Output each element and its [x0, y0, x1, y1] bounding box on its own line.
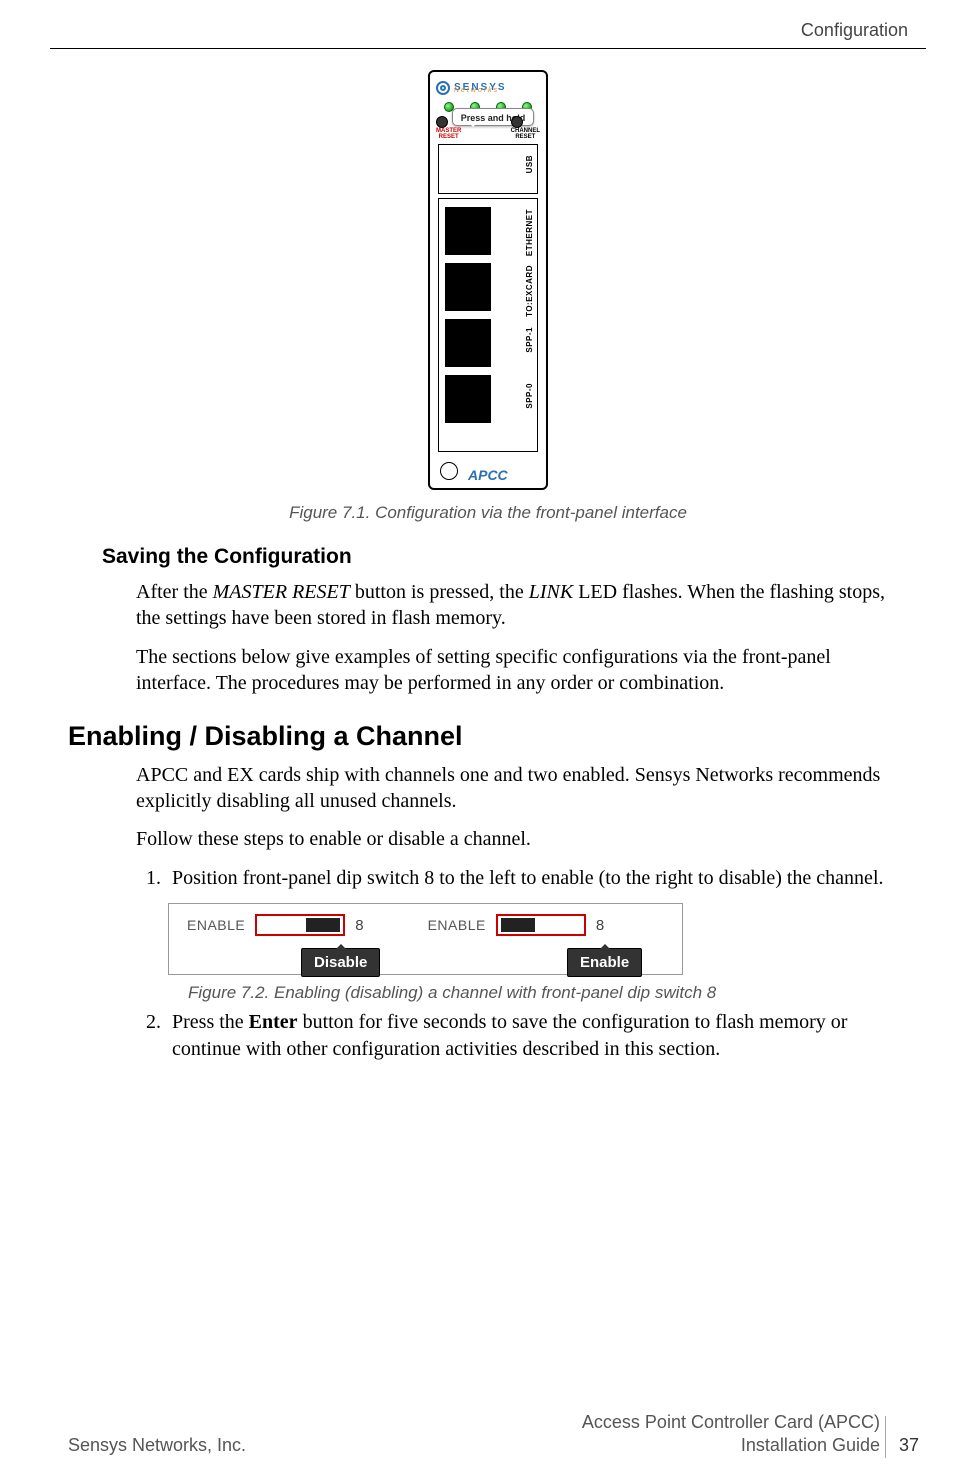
ethernet-label: ETHERNET: [526, 209, 534, 256]
spp1-label: SPP-1: [526, 327, 534, 353]
channel-reset-label: CHANNEL RESET: [511, 128, 540, 140]
port-stack: ETHERNET TO:EXCARD SPP-1 SPP-0: [438, 198, 538, 452]
spp0-port[interactable]: [445, 375, 491, 423]
dip-switch-8-enable[interactable]: [496, 914, 586, 936]
disable-tag: Disable: [301, 948, 380, 977]
figure-7-2-caption: Figure 7.2. Enabling (disabling) a chann…: [188, 983, 908, 1003]
footer-line1: Access Point Controller Card (APCC): [582, 1411, 880, 1434]
master-reset-button[interactable]: [436, 116, 448, 128]
footer-doc-title: Access Point Controller Card (APCC) Inst…: [582, 1411, 880, 1456]
usb-label: USB: [526, 155, 534, 173]
para-enable-1: APCC and EX cards ship with channels one…: [136, 762, 908, 815]
text-bold: Enter: [249, 1011, 298, 1033]
step-2: Press the Enter button for five seconds …: [166, 1009, 908, 1062]
switch-number: 8: [596, 918, 604, 933]
logo-subtext: Networks: [454, 87, 499, 94]
excard-port[interactable]: [445, 263, 491, 311]
apcc-brand: APCC: [468, 468, 508, 482]
figure-7-1-caption: Figure 7.1. Configuration via the front-…: [68, 503, 908, 523]
heading-saving-config: Saving the Configuration: [102, 545, 908, 569]
para-enable-2: Follow these steps to enable or disable …: [136, 826, 908, 852]
dip-switch-8-disable[interactable]: [255, 914, 345, 936]
logo-icon: [436, 81, 450, 95]
heading-enable-channel: Enabling / Disabling a Channel: [68, 721, 908, 752]
ethernet-port[interactable]: [445, 207, 491, 255]
footer-line2: Installation Guide: [582, 1434, 880, 1457]
switch-number: 8: [355, 918, 363, 933]
text-italic: LINK: [529, 581, 573, 603]
page-number: 37: [892, 1435, 926, 1456]
footer-separator: [885, 1416, 886, 1458]
para-saving-1: After the MASTER RESET button is pressed…: [136, 579, 908, 632]
figure-7-1: SENSYS Networks Press and hold MASTER RE…: [68, 70, 908, 523]
master-reset-label: MASTER RESET: [436, 128, 461, 140]
header-rule: [50, 48, 926, 49]
excard-label: TO:EXCARD: [526, 265, 534, 317]
enable-tag: Enable: [567, 948, 642, 977]
enable-label: ENABLE: [428, 918, 486, 932]
text: After the: [136, 581, 213, 603]
figure-7-2: ENABLE 8 ENABLE 8 Disable Enable Figure …: [168, 903, 908, 1003]
mount-hole-icon: [440, 462, 458, 480]
spp0-label: SPP-0: [526, 383, 534, 409]
text-italic: MASTER RESET: [213, 581, 350, 603]
channel-reset-button[interactable]: [511, 116, 523, 128]
running-head: Configuration: [801, 20, 908, 41]
apcc-device-panel: SENSYS Networks Press and hold MASTER RE…: [428, 70, 548, 490]
usb-port-frame: USB: [438, 144, 538, 194]
enable-label: ENABLE: [187, 918, 245, 932]
footer-company: Sensys Networks, Inc.: [68, 1435, 246, 1456]
text: button is pressed, the: [350, 581, 529, 603]
text: Press the: [172, 1011, 249, 1033]
para-saving-2: The sections below give examples of sett…: [136, 644, 908, 697]
spp1-port[interactable]: [445, 319, 491, 367]
step-1: Position front-panel dip switch 8 to the…: [166, 865, 908, 891]
